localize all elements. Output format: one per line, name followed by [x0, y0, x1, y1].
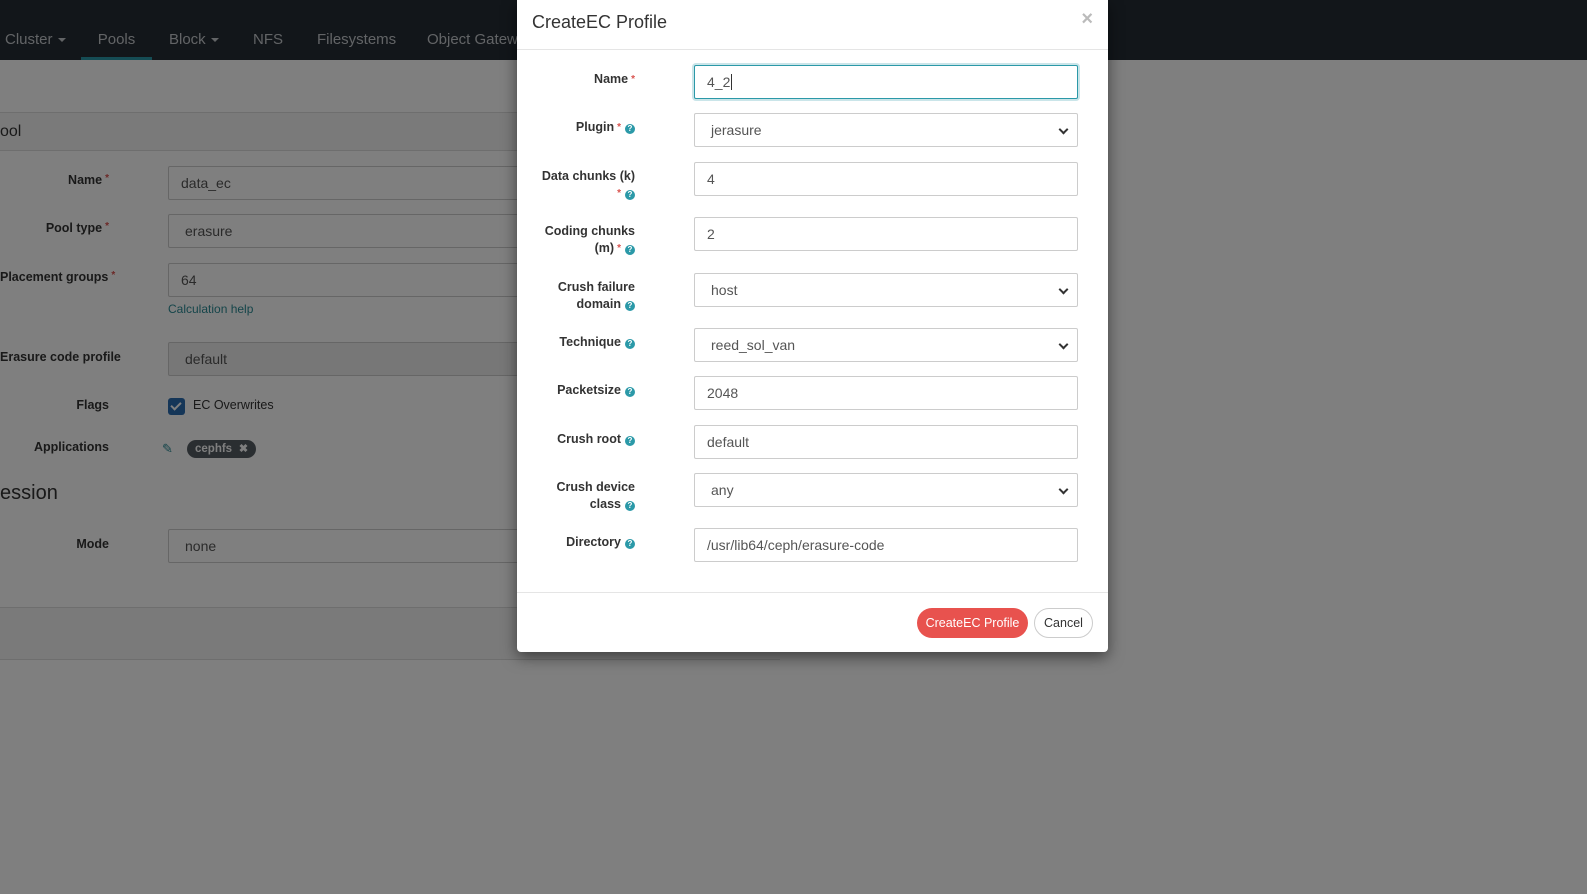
- data-chunks-label: Data chunks (k) *?: [541, 169, 635, 200]
- directory-input[interactable]: /usr/lib64/ceph/erasure-code: [694, 528, 1078, 562]
- ec-name-input[interactable]: 4_2: [694, 65, 1078, 99]
- coding-chunks-input[interactable]: 2: [694, 217, 1078, 251]
- technique-select[interactable]: reed_sol_van: [694, 328, 1078, 362]
- chevron-down-icon: [1058, 284, 1069, 295]
- chevron-down-icon: [1058, 124, 1069, 135]
- crush-failure-domain-select[interactable]: host: [694, 273, 1078, 307]
- crush-root-input[interactable]: default: [694, 425, 1078, 459]
- create-ec-profile-modal: CreateEC Profile × Name * 4_2 Plugin *? je…: [517, 0, 1108, 652]
- plugin-label: Plugin *?: [517, 119, 635, 136]
- create-ec-profile-button[interactable]: CreateEC Profile: [917, 608, 1028, 638]
- help-icon: ?: [625, 245, 635, 255]
- packetsize-input[interactable]: 2048: [694, 376, 1078, 410]
- data-chunks-input[interactable]: 4: [694, 162, 1078, 196]
- crush-root-label: Crush root?: [517, 431, 635, 448]
- chevron-down-icon: [1058, 484, 1069, 495]
- help-icon: ?: [625, 301, 635, 311]
- cancel-button[interactable]: Cancel: [1034, 608, 1093, 638]
- plugin-select[interactable]: jerasure: [694, 113, 1078, 147]
- crush-device-class-select[interactable]: any: [694, 473, 1078, 507]
- crush-device-class-label: Crush device class?: [556, 480, 635, 511]
- close-icon[interactable]: ×: [1081, 8, 1093, 31]
- help-icon: ?: [625, 539, 635, 549]
- help-icon: ?: [625, 124, 635, 134]
- help-icon: ?: [625, 387, 635, 397]
- coding-chunks-label: Coding chunks (m) *?: [544, 224, 635, 255]
- help-icon: ?: [625, 436, 635, 446]
- modal-title: CreateEC Profile: [532, 12, 668, 32]
- directory-label: Directory?: [517, 534, 635, 551]
- chevron-down-icon: [1058, 339, 1069, 350]
- modal-footer: CreateEC Profile Cancel: [517, 592, 1108, 652]
- help-icon: ?: [625, 190, 635, 200]
- modal-header: CreateEC Profile ×: [517, 0, 1108, 50]
- help-icon: ?: [625, 501, 635, 511]
- packetsize-label: Packetsize?: [517, 382, 635, 399]
- technique-label: Technique?: [517, 334, 635, 351]
- ec-name-label: Name *: [594, 72, 635, 86]
- crush-failure-domain-label: Crush failure domain?: [557, 280, 635, 311]
- help-icon: ?: [625, 339, 635, 349]
